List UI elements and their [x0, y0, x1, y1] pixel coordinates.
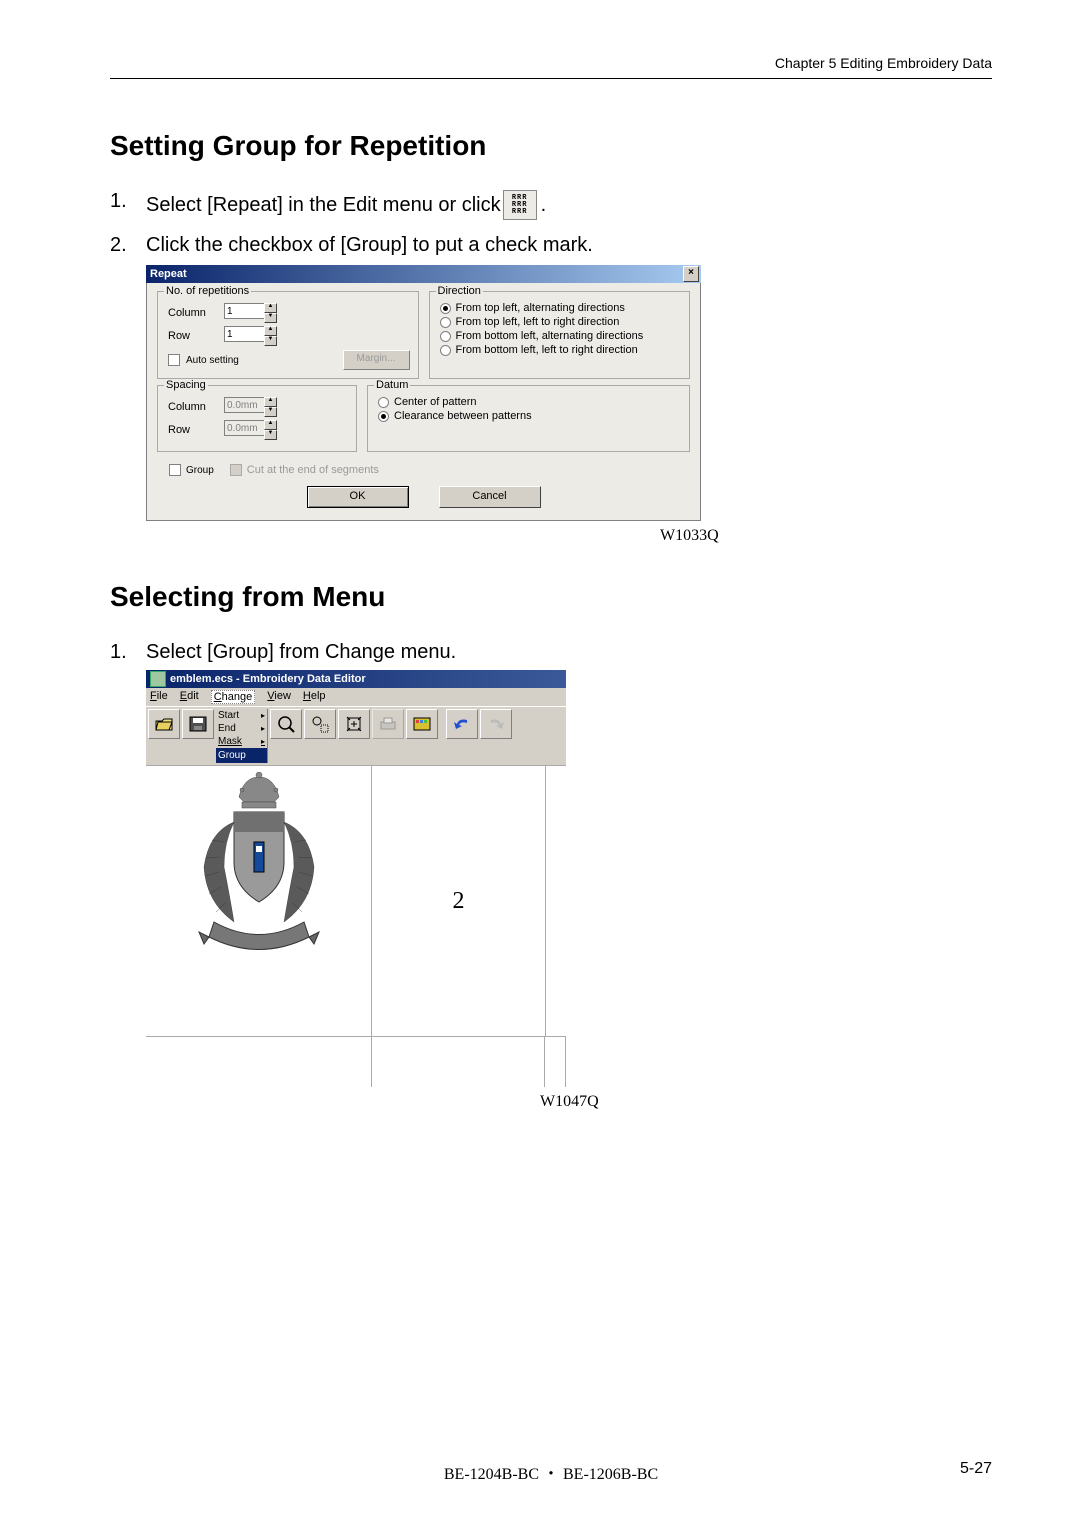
direction-opt1-radio[interactable] — [440, 303, 451, 314]
direction-opt4-label: From bottom left, left to right directio… — [456, 344, 638, 356]
app-icon — [150, 671, 166, 687]
direction-opt3-label: From bottom left, alternating directions — [456, 330, 644, 342]
dropdown-group[interactable]: Group — [216, 748, 268, 763]
direction-legend: Direction — [436, 285, 483, 297]
cut-checkbox — [230, 464, 242, 476]
zoom-icon[interactable] — [270, 709, 302, 739]
direction-opt2-label: From top left, left to right direction — [456, 316, 620, 328]
section1-title: Setting Group for Repetition — [110, 130, 992, 162]
direction-opt4-radio[interactable] — [440, 345, 451, 356]
no-of-repetitions-group: No. of repetitions Column ▲▼ Row — [157, 291, 419, 379]
dropdown-start[interactable]: Start▸ — [216, 709, 268, 722]
fig2-label: W1047Q — [540, 1093, 992, 1111]
menu-help[interactable]: Help — [303, 690, 326, 704]
spacing-column-label: Column — [168, 401, 218, 413]
sec2-step1-text: Select [Group] from Change menu. — [146, 641, 456, 664]
repeat-dialog: Repeat × No. of repetitions Column ▲▼ — [146, 265, 701, 521]
group-checkbox-label: Group — [186, 465, 214, 476]
fit-icon[interactable] — [338, 709, 370, 739]
zoom-selection-icon[interactable] — [304, 709, 336, 739]
header-rule — [110, 78, 992, 79]
column-spinner[interactable]: ▲▼ — [264, 303, 277, 323]
step2-text: Click the checkbox of [Group] to put a c… — [146, 234, 593, 257]
spacing-column-input — [224, 397, 264, 413]
editor-window: emblem.ecs - Embroidery Data Editor File… — [146, 670, 566, 1087]
color-icon[interactable] — [406, 709, 438, 739]
direction-opt3-radio[interactable] — [440, 331, 451, 342]
sec2-step1-number: 1. — [110, 641, 146, 664]
dropdown-mask[interactable]: Mask▸ — [216, 735, 268, 748]
undo-icon[interactable] — [446, 709, 478, 739]
save-icon[interactable] — [182, 709, 214, 739]
row-label: Row — [168, 330, 218, 342]
spacing-legend: Spacing — [164, 379, 208, 391]
embroidery-preview — [184, 772, 334, 962]
column-input[interactable] — [224, 303, 264, 319]
step1-text-b: . — [541, 194, 547, 217]
no-of-repetitions-legend: No. of repetitions — [164, 285, 251, 297]
menu-file[interactable]: File — [150, 690, 168, 704]
canvas: 2 — [146, 765, 566, 1036]
spacing-group: Spacing Column ▲▼ Row — [157, 385, 357, 452]
direction-opt1-label: From top left, alternating directions — [456, 302, 625, 314]
editor-title: emblem.ecs - Embroidery Data Editor — [170, 673, 366, 685]
column-label: Column — [168, 307, 218, 319]
datum-opt2-radio[interactable] — [378, 411, 389, 422]
redo-icon — [480, 709, 512, 739]
spacing-row-spinner[interactable]: ▲▼ — [264, 420, 277, 440]
row-input[interactable] — [224, 326, 264, 342]
menu-view[interactable]: View — [267, 690, 291, 704]
print-icon[interactable] — [372, 709, 404, 739]
menubar: File Edit Change View Help — [146, 688, 566, 706]
datum-opt1-radio[interactable] — [378, 397, 389, 408]
menu-edit[interactable]: Edit — [180, 690, 199, 704]
spacing-row-label: Row — [168, 424, 218, 436]
cut-checkbox-label: Cut at the end of segments — [247, 464, 379, 476]
close-icon[interactable]: × — [683, 266, 699, 282]
datum-opt2-label: Clearance between patterns — [394, 410, 532, 422]
direction-opt2-radio[interactable] — [440, 317, 451, 328]
cancel-button[interactable]: Cancel — [439, 486, 541, 508]
group-checkbox[interactable] — [169, 464, 181, 476]
direction-group: Direction From top left, alternating dir… — [429, 291, 691, 379]
section2-title: Selecting from Menu — [110, 581, 992, 613]
footer-page: 5-27 — [960, 1460, 992, 1478]
toolbar: Start▸ End▸ Mask▸ Group — [146, 706, 566, 765]
step1-number: 1. — [110, 190, 146, 213]
row-spinner[interactable]: ▲▼ — [264, 326, 277, 346]
editor-title-bar: emblem.ecs - Embroidery Data Editor — [146, 670, 566, 688]
open-icon[interactable] — [148, 709, 180, 739]
datum-group: Datum Center of pattern Clearance betwee… — [367, 385, 690, 452]
menu-change[interactable]: Change — [211, 690, 256, 704]
step2-number: 2. — [110, 234, 146, 257]
spacing-column-spinner[interactable]: ▲▼ — [264, 397, 277, 417]
margin-button: Margin... — [343, 350, 410, 370]
repeat-icon: RRR RRR RRR — [503, 190, 537, 220]
auto-setting-checkbox[interactable] — [168, 354, 180, 366]
datum-opt1-label: Center of pattern — [394, 396, 477, 408]
auto-setting-label: Auto setting — [186, 355, 239, 366]
step1-text-a: Select [Repeat] in the Edit menu or clic… — [146, 194, 501, 217]
repeat-title-bar: Repeat × — [146, 265, 701, 283]
ok-button[interactable]: OK — [307, 486, 409, 508]
repeat-title: Repeat — [150, 268, 187, 280]
fig1-label: W1033Q — [660, 527, 992, 545]
spacing-row-input — [224, 420, 264, 436]
page-header: Chapter 5 Editing Embroidery Data — [775, 55, 992, 71]
canvas-number: 2 — [453, 888, 465, 915]
footer-model: BE-1204B-BC ・ BE-1206B-BC — [444, 1460, 658, 1484]
datum-legend: Datum — [374, 379, 410, 391]
dropdown-end[interactable]: End▸ — [216, 722, 268, 735]
